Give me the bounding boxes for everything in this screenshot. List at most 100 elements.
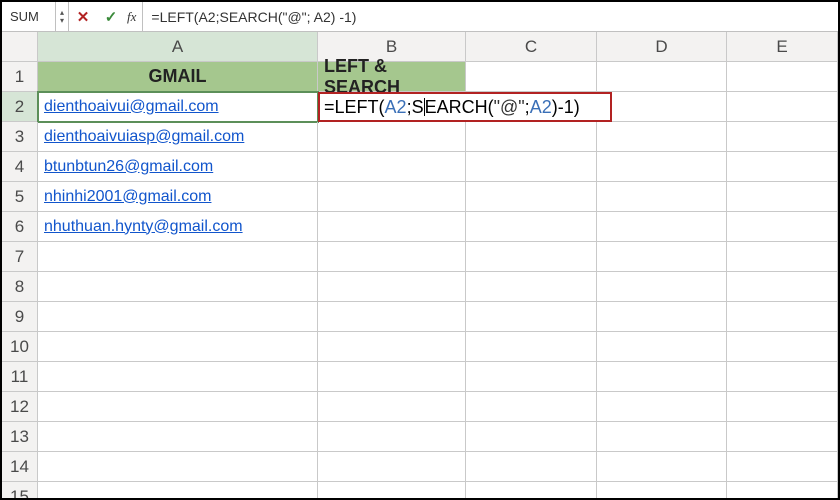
col-header-E[interactable]: E — [727, 32, 838, 62]
cell-B1[interactable]: LEFT & SEARCH — [318, 62, 466, 92]
row-header-5[interactable]: 5 — [2, 182, 38, 212]
col-header-C[interactable]: C — [466, 32, 597, 62]
row-header-4[interactable]: 4 — [2, 152, 38, 182]
cell-editor-overlay[interactable]: =LEFT(A2;SEARCH("@"; A2) -1) — [318, 92, 612, 122]
row-header-12[interactable]: 12 — [2, 392, 38, 422]
cell-C11[interactable] — [466, 362, 597, 392]
cell-A7[interactable] — [38, 242, 318, 272]
name-box-spinner[interactable]: ▴ ▾ — [56, 2, 69, 31]
spinner-down-icon[interactable]: ▾ — [60, 17, 64, 25]
cell-A5[interactable]: nhinhi2001@gmail.com — [38, 182, 318, 212]
cell-D13[interactable] — [597, 422, 727, 452]
name-box[interactable]: SUM — [2, 2, 56, 31]
cell-E15[interactable] — [727, 482, 838, 498]
cell-A8[interactable] — [38, 272, 318, 302]
cell-C4[interactable] — [466, 152, 597, 182]
cell-A2[interactable]: dienthoaivui@gmail.com — [38, 92, 318, 122]
confirm-edit-button[interactable]: ✓ — [97, 2, 125, 31]
email-link[interactable]: dienthoaivuiasp@gmail.com — [44, 128, 244, 146]
cell-E13[interactable] — [727, 422, 838, 452]
cell-B5[interactable] — [318, 182, 466, 212]
cell-D15[interactable] — [597, 482, 727, 498]
cell-B7[interactable] — [318, 242, 466, 272]
cell-A12[interactable] — [38, 392, 318, 422]
cell-C6[interactable] — [466, 212, 597, 242]
cell-D3[interactable] — [597, 122, 727, 152]
row-header-8[interactable]: 8 — [2, 272, 38, 302]
cell-C1[interactable] — [466, 62, 597, 92]
cell-D4[interactable] — [597, 152, 727, 182]
email-link[interactable]: dienthoaivui@gmail.com — [44, 98, 219, 116]
cell-B11[interactable] — [318, 362, 466, 392]
cell-A3[interactable]: dienthoaivuiasp@gmail.com — [38, 122, 318, 152]
cell-D12[interactable] — [597, 392, 727, 422]
cell-A13[interactable] — [38, 422, 318, 452]
row-header-9[interactable]: 9 — [2, 302, 38, 332]
cell-E8[interactable] — [727, 272, 838, 302]
row-header-3[interactable]: 3 — [2, 122, 38, 152]
cell-E9[interactable] — [727, 302, 838, 332]
cell-E2[interactable] — [727, 92, 838, 122]
row-header-10[interactable]: 10 — [2, 332, 38, 362]
cell-D7[interactable] — [597, 242, 727, 272]
cell-E11[interactable] — [727, 362, 838, 392]
cell-A1[interactable]: GMAIL — [38, 62, 318, 92]
row-header-7[interactable]: 7 — [2, 242, 38, 272]
worksheet[interactable]: A B C D E 1 GMAIL LEFT & SEARCH 2 dienth… — [2, 32, 838, 498]
cell-B12[interactable] — [318, 392, 466, 422]
cell-E12[interactable] — [727, 392, 838, 422]
cell-B10[interactable] — [318, 332, 466, 362]
cell-D6[interactable] — [597, 212, 727, 242]
cell-E1[interactable] — [727, 62, 838, 92]
cell-D11[interactable] — [597, 362, 727, 392]
email-link[interactable]: btunbtun26@gmail.com — [44, 158, 213, 176]
cell-C15[interactable] — [466, 482, 597, 498]
cell-D5[interactable] — [597, 182, 727, 212]
cell-C13[interactable] — [466, 422, 597, 452]
cell-E10[interactable] — [727, 332, 838, 362]
cell-A6[interactable]: nhuthuan.hynty@gmail.com — [38, 212, 318, 242]
cell-A11[interactable] — [38, 362, 318, 392]
row-header-14[interactable]: 14 — [2, 452, 38, 482]
cell-D10[interactable] — [597, 332, 727, 362]
cell-B3[interactable] — [318, 122, 466, 152]
cell-C7[interactable] — [466, 242, 597, 272]
cell-A4[interactable]: btunbtun26@gmail.com — [38, 152, 318, 182]
row-header-6[interactable]: 6 — [2, 212, 38, 242]
cell-D14[interactable] — [597, 452, 727, 482]
row-header-2[interactable]: 2 — [2, 92, 38, 122]
cell-A9[interactable] — [38, 302, 318, 332]
cell-B6[interactable] — [318, 212, 466, 242]
cell-C8[interactable] — [466, 272, 597, 302]
cell-D1[interactable] — [597, 62, 727, 92]
cell-E5[interactable] — [727, 182, 838, 212]
cell-B14[interactable] — [318, 452, 466, 482]
cell-E14[interactable] — [727, 452, 838, 482]
cell-A15[interactable] — [38, 482, 318, 498]
cell-E4[interactable] — [727, 152, 838, 182]
cell-D8[interactable] — [597, 272, 727, 302]
cell-B9[interactable] — [318, 302, 466, 332]
row-header-1[interactable]: 1 — [2, 62, 38, 92]
col-header-A[interactable]: A — [38, 32, 318, 62]
cell-A10[interactable] — [38, 332, 318, 362]
cell-B13[interactable] — [318, 422, 466, 452]
cell-E7[interactable] — [727, 242, 838, 272]
cell-B15[interactable] — [318, 482, 466, 498]
cell-B8[interactable] — [318, 272, 466, 302]
cell-E3[interactable] — [727, 122, 838, 152]
cell-C5[interactable] — [466, 182, 597, 212]
cell-C3[interactable] — [466, 122, 597, 152]
select-all-corner[interactable] — [2, 32, 38, 62]
insert-function-button[interactable]: fx — [125, 2, 143, 31]
cell-C14[interactable] — [466, 452, 597, 482]
formula-input[interactable]: =LEFT(A2;SEARCH("@"; A2) -1) — [143, 2, 838, 31]
cell-E6[interactable] — [727, 212, 838, 242]
col-header-D[interactable]: D — [597, 32, 727, 62]
cell-D9[interactable] — [597, 302, 727, 332]
cell-C9[interactable] — [466, 302, 597, 332]
cell-C12[interactable] — [466, 392, 597, 422]
cell-C10[interactable] — [466, 332, 597, 362]
cancel-edit-button[interactable]: ✕ — [69, 2, 97, 31]
cell-B4[interactable] — [318, 152, 466, 182]
